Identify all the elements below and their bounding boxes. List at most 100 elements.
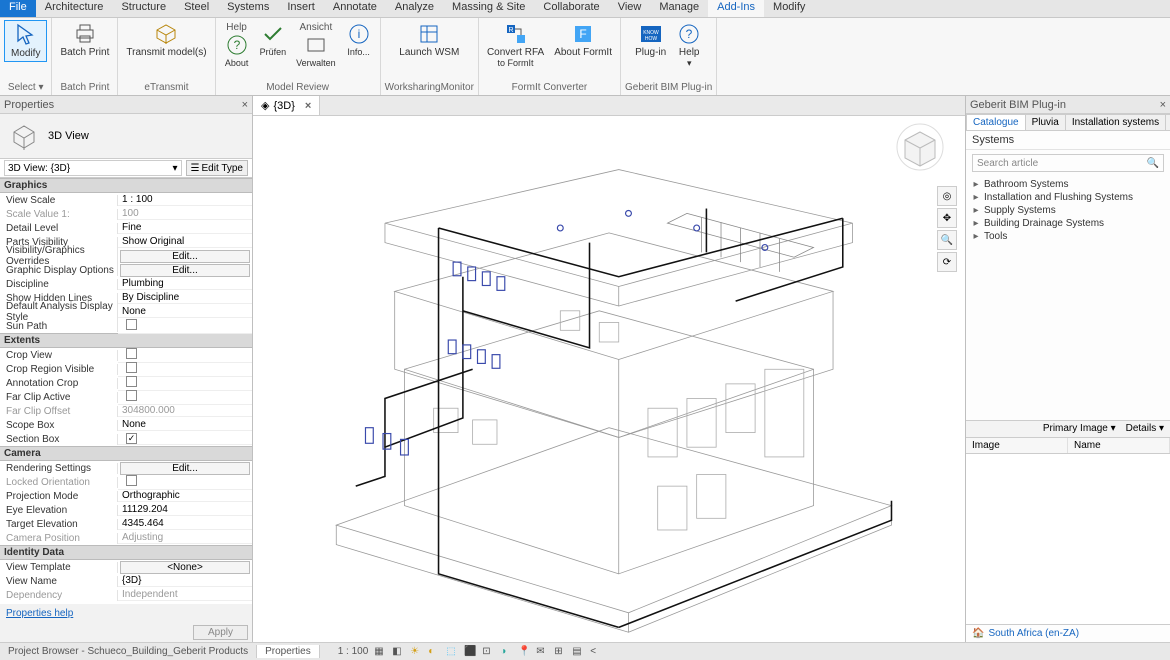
prop-row[interactable]: Scope BoxNone xyxy=(0,418,252,432)
vc-icon-13[interactable]: < xyxy=(590,646,602,658)
menu-tab-manage[interactable]: Manage xyxy=(650,0,708,17)
locale-link[interactable]: South Africa (en-ZA) xyxy=(988,628,1079,639)
grid-col-image[interactable]: Image xyxy=(966,438,1068,453)
convert-rfa-button[interactable]: R Convert RFA to FormIt xyxy=(483,20,548,70)
menu-tab-systems[interactable]: Systems xyxy=(218,0,278,17)
prop-row[interactable]: Annotation Crop xyxy=(0,376,252,390)
prop-value[interactable]: None xyxy=(118,306,252,318)
apply-button[interactable]: Apply xyxy=(193,625,248,640)
prufen-button[interactable]: Prüfen xyxy=(256,20,291,59)
vc-icon-3[interactable]: ☀ xyxy=(410,646,422,658)
menu-tab-steel[interactable]: Steel xyxy=(175,0,218,17)
tree-node[interactable]: ▸Building Drainage Systems xyxy=(972,217,1164,230)
ribbon-group-select[interactable]: Select ▾ xyxy=(8,81,44,95)
prop-value[interactable]: Independent xyxy=(118,589,252,601)
geberit-help-button[interactable]: ? Help ▾ xyxy=(672,20,706,71)
prop-checkbox[interactable] xyxy=(126,475,137,486)
prop-row[interactable]: View Template<None> xyxy=(0,560,252,574)
nav-orbit-icon[interactable]: ⟳ xyxy=(937,252,957,272)
tree-expand-icon[interactable]: ▸ xyxy=(972,218,980,229)
geberit-search-input[interactable]: Search article 🔍 xyxy=(972,154,1164,172)
menu-tab-insert[interactable]: Insert xyxy=(278,0,324,17)
prop-value[interactable]: By Discipline xyxy=(118,292,252,304)
prop-row[interactable]: Scale Value 1:100 xyxy=(0,207,252,221)
prop-checkbox[interactable] xyxy=(126,319,137,330)
bottom-tab-browser[interactable]: Project Browser - Schueco_Building_Geber… xyxy=(0,645,257,658)
info-button[interactable]: i Info... xyxy=(342,20,376,59)
tree-node[interactable]: ▸Installation and Flushing Systems xyxy=(972,191,1164,204)
transmit-button[interactable]: Transmit model(s) xyxy=(122,20,210,60)
prop-row[interactable]: DisciplinePlumbing xyxy=(0,277,252,291)
prop-row[interactable]: Detail LevelFine xyxy=(0,221,252,235)
menu-tab-architecture[interactable]: Architecture xyxy=(36,0,113,17)
prop-row[interactable]: Rendering SettingsEdit... xyxy=(0,461,252,475)
prop-value[interactable]: None xyxy=(118,419,252,431)
prop-row[interactable]: DependencyIndependent xyxy=(0,588,252,602)
prop-row[interactable]: Locked Orientation xyxy=(0,475,252,489)
nav-pan-icon[interactable]: ✥ xyxy=(937,208,957,228)
prop-edit-button[interactable]: Edit... xyxy=(120,264,250,277)
menu-tab-file[interactable]: File xyxy=(0,0,36,17)
prop-row[interactable]: Section Box✓ xyxy=(0,432,252,446)
verwalten-button[interactable]: Ansicht Verwalten xyxy=(292,20,340,70)
prop-group-identity-data[interactable]: Identity Data xyxy=(0,545,252,560)
vc-icon-12[interactable]: ▤ xyxy=(572,646,584,658)
prop-value[interactable]: Fine xyxy=(118,222,252,234)
prop-checkbox[interactable] xyxy=(126,362,137,373)
prop-row[interactable]: Far Clip Offset304800.000 xyxy=(0,404,252,418)
vc-icon-5[interactable]: ⬚ xyxy=(446,646,458,658)
viewcube[interactable] xyxy=(895,122,945,172)
type-name[interactable]: 3D View xyxy=(48,130,89,142)
tree-node[interactable]: ▸Supply Systems xyxy=(972,204,1164,217)
vc-icon-2[interactable]: ◧ xyxy=(392,646,404,658)
geberit-close-icon[interactable]: × xyxy=(1160,99,1166,111)
vc-icon-1[interactable]: ▦ xyxy=(374,646,386,658)
batch-print-button[interactable]: Batch Print xyxy=(56,20,113,60)
prop-value[interactable]: Plumbing xyxy=(118,278,252,290)
nav-wheel-icon[interactable]: ◎ xyxy=(937,186,957,206)
menu-tab-annotate[interactable]: Annotate xyxy=(324,0,386,17)
prop-edit-button[interactable]: Edit... xyxy=(120,250,250,263)
prop-value[interactable]: 11129.204 xyxy=(118,504,252,516)
prop-group-graphics[interactable]: Graphics xyxy=(0,178,252,193)
vc-icon-9[interactable]: 📍 xyxy=(518,646,530,658)
prop-value[interactable]: 100 xyxy=(118,208,252,220)
prop-row[interactable]: Visibility/Graphics OverridesEdit... xyxy=(0,249,252,263)
tree-expand-icon[interactable]: ▸ xyxy=(972,231,980,242)
view-tab-3d[interactable]: ◈ {3D} × xyxy=(253,96,320,115)
instance-combo[interactable]: 3D View: {3D} ▾ xyxy=(4,160,182,176)
geberit-tab-catalogue[interactable]: Catalogue xyxy=(966,114,1026,130)
prop-row[interactable]: Crop View xyxy=(0,348,252,362)
tree-node[interactable]: ▸Bathroom Systems xyxy=(972,178,1164,191)
launch-wsm-button[interactable]: Launch WSM xyxy=(395,20,463,60)
prop-row[interactable]: Far Clip Active xyxy=(0,390,252,404)
prop-row[interactable]: Default Analysis Display StyleNone xyxy=(0,305,252,319)
prop-group-camera[interactable]: Camera xyxy=(0,446,252,461)
modify-button[interactable]: Modify xyxy=(4,20,47,62)
vc-icon-4[interactable]: ◐ xyxy=(428,646,440,658)
prop-value[interactable]: 4345.464 xyxy=(118,518,252,530)
properties-close-icon[interactable]: × xyxy=(242,99,248,111)
tree-node[interactable]: ▸Tools xyxy=(972,230,1164,243)
menu-tab-addins[interactable]: Add-Ins xyxy=(708,0,764,17)
prop-row[interactable]: Projection ModeOrthographic xyxy=(0,489,252,503)
prop-value[interactable]: Orthographic xyxy=(118,490,252,502)
prop-checkbox[interactable] xyxy=(126,348,137,359)
prop-checkbox[interactable]: ✓ xyxy=(126,433,137,444)
prop-row[interactable]: Crop Region Visible xyxy=(0,362,252,376)
prop-row[interactable]: Camera PositionAdjusting xyxy=(0,531,252,545)
prop-row[interactable]: View Name{3D} xyxy=(0,574,252,588)
menu-tab-view[interactable]: View xyxy=(609,0,651,17)
edit-type-button[interactable]: ☰ Edit Type xyxy=(186,160,248,176)
tree-expand-icon[interactable]: ▸ xyxy=(972,179,980,190)
grid-col-name[interactable]: Name xyxy=(1068,438,1170,453)
geberit-tab-pluvia[interactable]: Pluvia xyxy=(1025,114,1066,130)
prop-value[interactable]: 1 : 100 xyxy=(118,194,252,206)
prop-edit-button[interactable]: Edit... xyxy=(120,462,250,475)
details-dd[interactable]: Details ▾ xyxy=(1126,423,1164,434)
prop-checkbox[interactable] xyxy=(126,390,137,401)
prop-checkbox[interactable] xyxy=(126,376,137,387)
menu-tab-analyze[interactable]: Analyze xyxy=(386,0,443,17)
tree-expand-icon[interactable]: ▸ xyxy=(972,192,980,203)
prop-row[interactable]: View Scale1 : 100 xyxy=(0,193,252,207)
